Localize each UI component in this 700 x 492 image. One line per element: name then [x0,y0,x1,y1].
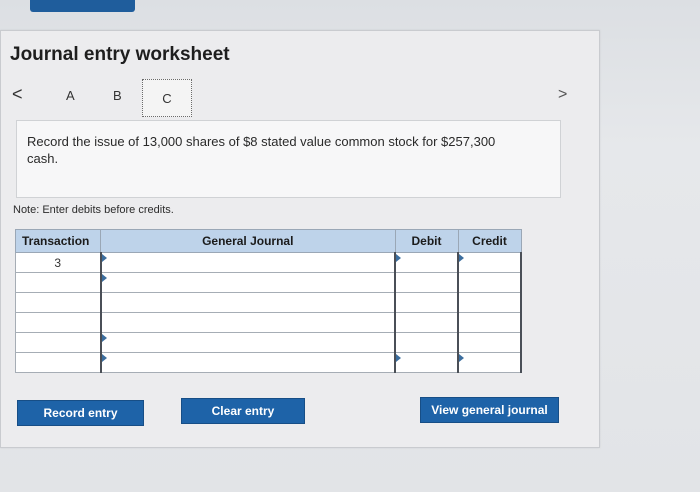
transaction-cell [15,292,101,313]
journal-table: Transaction General Journal Debit Credit… [15,229,522,373]
debit-input[interactable] [394,272,459,293]
table-row [15,272,522,293]
top-toolbar-button[interactable] [30,0,135,12]
dropdown-arrow-icon [101,274,107,282]
transaction-cell [15,272,101,293]
clear-entry-button[interactable]: Clear entry [181,398,305,424]
header-general-journal: General Journal [100,229,396,253]
account-dropdown[interactable] [99,352,396,373]
page-title: Journal entry worksheet [10,44,230,65]
prompt-box: Record the issue of 13,000 shares of $8 … [16,120,561,198]
transaction-cell [15,312,101,333]
tab-a[interactable]: A [66,88,75,103]
header-debit: Debit [394,229,459,253]
credit-input[interactable] [457,332,522,353]
credit-input[interactable] [457,352,522,373]
tab-c[interactable]: C [142,79,192,117]
debit-input[interactable] [394,292,459,313]
debit-input[interactable] [394,352,459,373]
account-dropdown[interactable] [99,292,396,313]
dropdown-arrow-icon [101,354,107,362]
dropdown-arrow-icon [101,254,107,262]
record-entry-button[interactable]: Record entry [17,400,144,426]
transaction-cell: 3 [15,252,101,273]
debit-input[interactable] [394,252,459,273]
dropdown-arrow-icon [396,354,401,362]
dropdown-arrow-icon [396,254,401,262]
dropdown-arrow-icon [101,334,107,342]
view-general-journal-button[interactable]: View general journal [420,397,559,423]
credit-input[interactable] [457,292,522,313]
table-row [15,332,522,353]
transaction-cell [15,332,101,353]
credit-input[interactable] [457,312,522,333]
prev-arrow-icon[interactable]: < [12,84,23,105]
table-row: 3 [15,252,522,273]
tab-b[interactable]: B [113,88,122,103]
dropdown-arrow-icon [459,254,464,262]
table-row [15,352,522,373]
header-credit: Credit [457,229,522,253]
transaction-cell [15,352,101,373]
account-dropdown[interactable] [99,272,396,293]
dropdown-arrow-icon [459,354,464,362]
note-text: Note: Enter debits before credits. [13,204,174,216]
header-transaction: Transaction [15,229,101,253]
debit-input[interactable] [394,312,459,333]
account-dropdown[interactable] [99,312,396,333]
credit-input[interactable] [457,252,522,273]
next-arrow-icon[interactable]: > [558,86,567,104]
prompt-text: Record the issue of 13,000 shares of $8 … [27,134,496,166]
table-row [15,312,522,333]
debit-input[interactable] [394,332,459,353]
account-dropdown[interactable] [99,252,396,273]
table-row [15,292,522,313]
credit-input[interactable] [457,272,522,293]
account-dropdown[interactable] [99,332,396,353]
